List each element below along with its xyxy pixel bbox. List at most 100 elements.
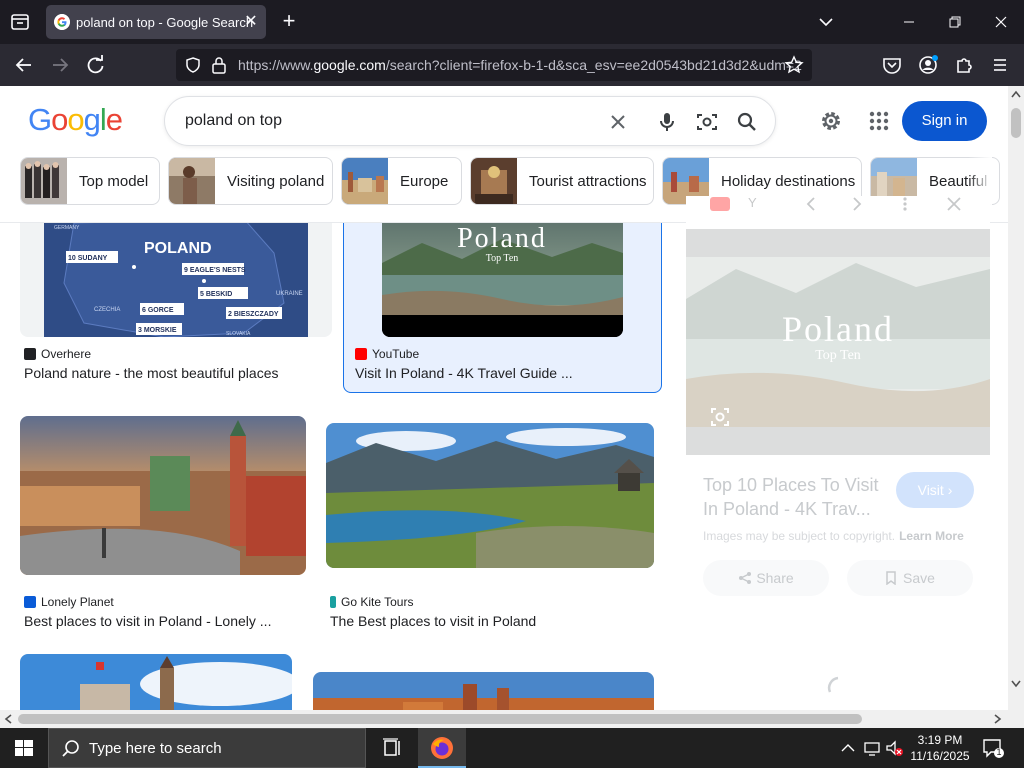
extensions-puzzle-icon[interactable]	[950, 52, 978, 78]
result-image-fortress[interactable]	[313, 672, 654, 711]
chip-label: Europe	[400, 173, 449, 190]
apps-grid-icon[interactable]	[866, 108, 892, 134]
result-image-mountain-lakes[interactable]	[326, 423, 654, 568]
result-title[interactable]: The Best places to visit in Poland	[330, 613, 536, 629]
loading-spinner-icon	[827, 676, 839, 693]
windows-taskbar: Type here to search 3:19 PM 11/16/2025 1	[0, 728, 1024, 768]
map-label: 9 EAGLE'S NESTS	[184, 267, 246, 274]
chip-visiting-poland[interactable]: Visiting poland	[168, 157, 333, 205]
back-arrow-icon[interactable]	[10, 52, 38, 78]
thumbnail-subtitle-text: Top Ten	[486, 253, 519, 264]
search-input[interactable]: poland on top	[185, 112, 282, 130]
scrollbar-corner	[1008, 710, 1024, 728]
city-square-image	[20, 416, 306, 575]
map-label: 6 GORCE	[142, 307, 174, 314]
share-button[interactable]: Share	[703, 560, 829, 596]
taskbar-clock[interactable]: 3:19 PM 11/16/2025	[904, 732, 976, 764]
map-label: 2 BIESZCZADY	[228, 311, 279, 318]
lock-icon[interactable]	[210, 55, 228, 75]
reload-icon[interactable]	[82, 52, 110, 78]
next-result-icon[interactable]	[850, 196, 864, 212]
google-logo-letter: e	[105, 102, 123, 137]
network-icon[interactable]	[862, 738, 882, 758]
map-label: SLOVAKIA	[226, 331, 251, 337]
preview-header: Y	[686, 195, 990, 228]
tracking-protection-shield-icon[interactable]	[184, 56, 202, 74]
address-bar[interactable]: https://www.google.com/search?client=fir…	[176, 49, 812, 81]
forward-arrow-icon[interactable]	[46, 52, 74, 78]
scroll-right-icon[interactable]	[994, 714, 1002, 724]
chip-thumbnail	[342, 158, 388, 204]
search-icon	[62, 740, 79, 757]
google-logo-letter: g	[83, 102, 101, 137]
copyright-notice: Images may be subject to copyright. Learn…	[703, 529, 964, 543]
account-icon[interactable]	[914, 52, 942, 78]
horizontal-scroll-thumb[interactable]	[18, 714, 862, 724]
result-image-warsaw-old-town[interactable]	[20, 416, 306, 575]
windows-start-icon[interactable]	[0, 728, 48, 768]
browser-tab-active[interactable]: poland on top - Google Search ✕	[46, 5, 266, 39]
google-logo-letter: G	[28, 102, 52, 137]
scroll-down-icon[interactable]	[1011, 680, 1021, 688]
list-all-tabs-icon[interactable]	[8, 10, 32, 34]
notification-center-button[interactable]: 1	[982, 737, 1004, 759]
result-source[interactable]: Overhere	[24, 347, 91, 361]
map-label: UKRAINE	[276, 291, 303, 297]
restore-window-icon[interactable]	[940, 8, 970, 36]
search-icon[interactable]	[735, 110, 759, 134]
result-title[interactable]: Visit In Poland - 4K Travel Guide ...	[355, 365, 573, 381]
more-options-icon[interactable]	[901, 196, 909, 212]
image-results-grid: POLAND 10 SUDANY 9 EAGLE'S NESTS 5 BESKI…	[0, 223, 680, 711]
result-image-youtube-thumbnail[interactable]: Poland Top Ten	[382, 223, 623, 337]
result-source[interactable]: YouTube	[355, 347, 419, 361]
google-logo[interactable]: Google	[28, 102, 123, 138]
vertical-scrollbar[interactable]	[1008, 86, 1024, 710]
volume-muted-icon[interactable]	[884, 738, 904, 758]
show-hidden-icons-chevron-icon[interactable]	[838, 738, 858, 758]
bookmark-star-icon[interactable]	[784, 55, 804, 75]
menu-hamburger-icon[interactable]	[986, 52, 1014, 78]
result-source[interactable]: Lonely Planet	[24, 595, 114, 609]
pocket-icon[interactable]	[878, 52, 906, 78]
taskbar-search-box[interactable]: Type here to search	[48, 728, 366, 768]
learn-more-link[interactable]: Learn More	[899, 529, 964, 543]
thumbnail-title-text: Poland	[457, 223, 547, 254]
preview-title[interactable]: Top 10 Places To Visit In Poland - 4K Tr…	[703, 473, 893, 521]
scroll-up-icon[interactable]	[1011, 90, 1021, 98]
close-preview-icon[interactable]	[946, 196, 962, 212]
minimize-window-icon[interactable]	[894, 8, 924, 36]
chip-europe[interactable]: Europe	[341, 157, 462, 205]
visit-button[interactable]: Visit ›	[896, 472, 974, 508]
url-text[interactable]: https://www.google.com/search?client=fir…	[238, 57, 802, 73]
result-title[interactable]: Poland nature - the most beautiful place…	[24, 365, 279, 381]
result-image-castle[interactable]	[20, 654, 292, 711]
notification-count: 1	[996, 747, 1002, 757]
vertical-scroll-thumb[interactable]	[1011, 108, 1021, 138]
save-button[interactable]: Save	[847, 560, 973, 596]
gear-icon[interactable]	[818, 108, 844, 134]
microphone-icon[interactable]	[655, 110, 679, 134]
new-tab-icon[interactable]: +	[278, 10, 300, 33]
result-image-poland-map[interactable]: POLAND 10 SUDANY 9 EAGLE'S NESTS 5 BESKI…	[20, 223, 332, 337]
taskbar-search-placeholder: Type here to search	[89, 740, 222, 757]
previous-result-icon[interactable]	[804, 196, 818, 212]
search-box[interactable]: poland on top	[164, 96, 776, 146]
result-source[interactable]: Go Kite Tours	[330, 595, 413, 609]
taskbar-firefox-button[interactable]	[418, 728, 466, 768]
preview-image[interactable]: Poland Top Ten	[686, 229, 990, 455]
task-view-icon[interactable]	[372, 728, 412, 768]
clock-date: 11/16/2025	[910, 749, 970, 763]
result-title[interactable]: Best places to visit in Poland - Lonely …	[24, 613, 271, 629]
camera-lens-icon[interactable]	[695, 110, 719, 134]
close-tab-icon[interactable]: ✕	[242, 13, 260, 31]
clear-search-icon[interactable]	[606, 110, 630, 134]
map-label: 5 BESKID	[200, 291, 232, 298]
close-window-icon[interactable]	[986, 8, 1016, 36]
image-preview-panel: Y Poland Top Ten Top 10 Places To Visit …	[686, 195, 990, 693]
chip-top-model[interactable]: Top model	[20, 157, 160, 205]
sign-in-button[interactable]: Sign in	[902, 101, 987, 141]
scroll-left-icon[interactable]	[4, 714, 12, 724]
chip-tourist-attractions[interactable]: Tourist attractions	[470, 157, 654, 205]
chevron-down-icon[interactable]	[816, 12, 836, 32]
horizontal-scrollbar[interactable]	[0, 710, 1008, 728]
